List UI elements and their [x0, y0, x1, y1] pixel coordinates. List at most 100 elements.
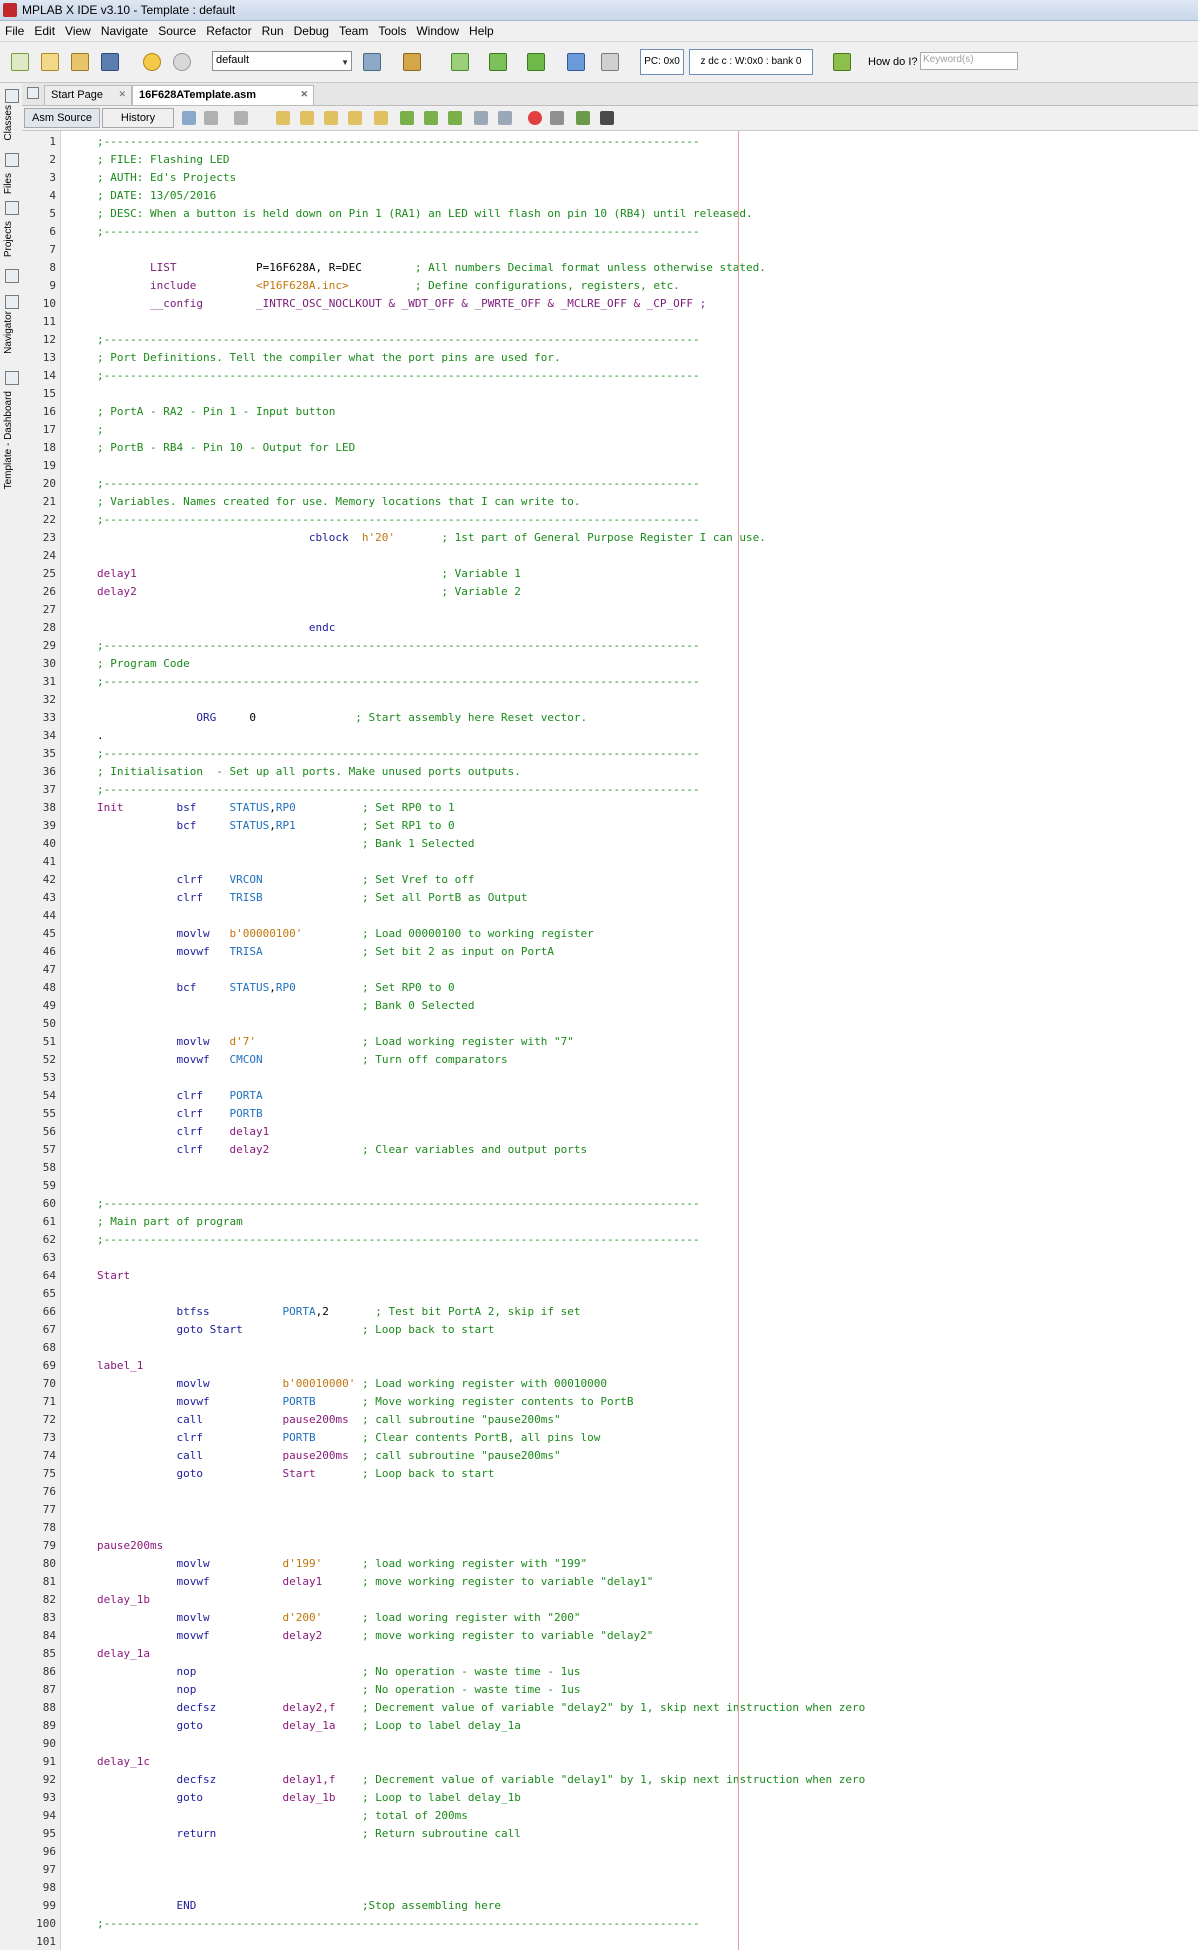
code-line[interactable]: delay1 ; Variable 1	[97, 567, 521, 580]
side-tab-navigator[interactable]: Navigator	[3, 311, 19, 354]
tab-asm-file[interactable]: 16F628ATemplate.asm ✕	[132, 85, 314, 105]
restore-window-icon-2[interactable]	[5, 295, 19, 309]
find-selection-icon[interactable]	[276, 111, 290, 125]
code-line[interactable]: ;---------------------------------------…	[97, 513, 700, 526]
menu-edit[interactable]: Edit	[29, 21, 60, 38]
code-line[interactable]: ; Initialisation - Set up all ports. Mak…	[97, 765, 521, 778]
code-line[interactable]: movlw d'200' ; load woring register with…	[97, 1611, 580, 1624]
code-line[interactable]: ; DESC: When a button is held down on Pi…	[97, 207, 753, 220]
restore-window-icon[interactable]	[5, 89, 19, 103]
code-line[interactable]: Start	[97, 1269, 130, 1282]
code-line[interactable]: nop ; No operation - waste time - 1us	[97, 1665, 580, 1678]
code-line[interactable]: cblock h'20' ; 1st part of General Purpo…	[97, 531, 766, 544]
tab-asm-source[interactable]: Asm Source	[24, 108, 100, 128]
back-icon[interactable]	[204, 111, 218, 125]
code-line[interactable]: ;---------------------------------------…	[97, 1233, 700, 1246]
code-line[interactable]: movwf delay1 ; move working register to …	[97, 1575, 653, 1588]
code-line[interactable]: delay_1c	[97, 1755, 150, 1768]
code-line[interactable]: return ; Return subroutine call	[97, 1827, 520, 1840]
code-line[interactable]: ; Port Definitions. Tell the compiler wh…	[97, 351, 561, 364]
reset-icon[interactable]	[564, 50, 586, 72]
code-line[interactable]: ; total of 200ms	[97, 1809, 468, 1822]
code-line[interactable]: ;---------------------------------------…	[97, 675, 700, 688]
code-line[interactable]: ; Main part of program	[97, 1215, 243, 1228]
code-line[interactable]: delay_1b	[97, 1593, 150, 1606]
redo-icon[interactable]	[170, 50, 192, 72]
cart-icon[interactable]	[830, 50, 852, 72]
side-tab-classes[interactable]: Classes	[3, 105, 19, 141]
stop-macro-recording-icon[interactable]	[550, 111, 564, 125]
make-and-program-icon[interactable]	[486, 50, 508, 72]
code-line[interactable]: ;	[97, 423, 104, 436]
code-line[interactable]: bcf STATUS,RP1 ; Set RP1 to 0	[97, 819, 454, 832]
code-line[interactable]: ORG 0 ; Start assembly here Reset vector…	[97, 711, 587, 724]
menu-source[interactable]: Source	[153, 21, 201, 38]
undo-icon[interactable]	[140, 50, 162, 72]
code-line[interactable]: ;---------------------------------------…	[97, 135, 700, 148]
menu-debug[interactable]: Debug	[289, 21, 334, 38]
code-line[interactable]: label_1	[97, 1359, 143, 1372]
previous-bookmark-icon[interactable]	[400, 111, 414, 125]
code-line[interactable]: movwf delay2 ; move working register to …	[97, 1629, 653, 1642]
keyword-search-input[interactable]: Keyword(s)	[920, 52, 1018, 70]
code-line[interactable]: ;---------------------------------------…	[97, 225, 700, 238]
menu-view[interactable]: View	[60, 21, 96, 38]
code-line[interactable]: ;---------------------------------------…	[97, 1197, 700, 1210]
find-next-icon[interactable]	[324, 111, 338, 125]
menu-file[interactable]: File	[0, 21, 29, 38]
read-device-memory-icon[interactable]	[524, 50, 546, 72]
code-line[interactable]: call pause200ms ; call subroutine "pause…	[97, 1449, 560, 1462]
menu-window[interactable]: Window	[411, 21, 464, 38]
code-line[interactable]: goto delay_1a ; Loop to label delay_1a	[97, 1719, 520, 1732]
new-file-icon[interactable]	[8, 50, 30, 72]
code-line[interactable]: clrf PORTB	[97, 1107, 262, 1120]
restore-editor-icon[interactable]	[27, 87, 39, 99]
side-tab-dashboard[interactable]: Template - Dashboard	[3, 391, 19, 489]
set-project-configuration-icon[interactable]	[360, 50, 382, 72]
tab-start-page[interactable]: Start Page ✕	[44, 85, 132, 105]
menu-refactor[interactable]: Refactor	[201, 21, 256, 38]
build-project-icon[interactable]	[400, 50, 422, 72]
code-line[interactable]: clrf PORTA	[97, 1089, 262, 1102]
next-bookmark-icon[interactable]	[424, 111, 438, 125]
code-line[interactable]: movwf TRISA ; Set bit 2 as input on Port…	[97, 945, 554, 958]
code-line[interactable]: endc	[97, 621, 336, 634]
code-line[interactable]: ;---------------------------------------…	[97, 1917, 700, 1930]
code-line[interactable]: goto Start ; Loop back to start	[97, 1323, 494, 1336]
toggle-rectangular-selection-icon[interactable]	[374, 111, 388, 125]
code-line[interactable]: clrf VRCON ; Set Vref to off	[97, 873, 474, 886]
debug-project-icon[interactable]	[598, 50, 620, 72]
code-line[interactable]: btfss PORTA,2 ; Test bit PortA 2, skip i…	[97, 1305, 580, 1318]
toggle-highlight-icon[interactable]	[348, 111, 362, 125]
code-line[interactable]: ; Program Code	[97, 657, 190, 670]
code-line[interactable]: delay_1a	[97, 1647, 150, 1660]
code-line[interactable]: __config _INTRC_OSC_NOCLKOUT & _WDT_OFF …	[97, 297, 706, 310]
code-line[interactable]: LIST P=16F628A, R=DEC ; All numbers Deci…	[97, 261, 766, 274]
code-line[interactable]: .	[97, 729, 104, 742]
side-tab-projects[interactable]: Projects	[3, 221, 19, 257]
code-line[interactable]: clrf TRISB ; Set all PortB as Output	[97, 891, 527, 904]
shift-right-icon[interactable]	[498, 111, 512, 125]
code-editor[interactable]: ;---------------------------------------…	[61, 131, 1198, 1950]
close-icon[interactable]: ✕	[118, 89, 126, 100]
close-icon[interactable]: ✕	[300, 89, 308, 100]
code-line[interactable]: ; Variables. Names created for use. Memo…	[97, 495, 580, 508]
new-project-icon[interactable]	[38, 50, 60, 72]
code-line[interactable]: call pause200ms ; call subroutine "pause…	[97, 1413, 560, 1426]
code-line[interactable]: ; PortB - RB4 - Pin 10 - Output for LED	[97, 441, 355, 454]
code-line[interactable]: goto Start ; Loop back to start	[97, 1467, 494, 1480]
code-line[interactable]: ; FILE: Flashing LED	[97, 153, 229, 166]
code-line[interactable]: ;---------------------------------------…	[97, 477, 700, 490]
code-line[interactable]: movlw d'7' ; Load working register with …	[97, 1035, 573, 1048]
last-edit-icon[interactable]	[182, 111, 196, 125]
toggle-bookmark-icon[interactable]	[448, 111, 462, 125]
code-line[interactable]: ;---------------------------------------…	[97, 639, 700, 652]
menu-navigate[interactable]: Navigate	[96, 21, 153, 38]
open-project-icon[interactable]	[68, 50, 90, 72]
code-line[interactable]: ; Bank 0 Selected	[97, 999, 475, 1012]
menu-tools[interactable]: Tools	[373, 21, 411, 38]
code-line[interactable]: ; DATE: 13/05/2016	[97, 189, 216, 202]
code-line[interactable]: ;---------------------------------------…	[97, 333, 700, 346]
code-line[interactable]: movlw b'00010000' ; Load working registe…	[97, 1377, 607, 1390]
code-line[interactable]: decfsz delay2,f ; Decrement value of var…	[97, 1701, 865, 1714]
